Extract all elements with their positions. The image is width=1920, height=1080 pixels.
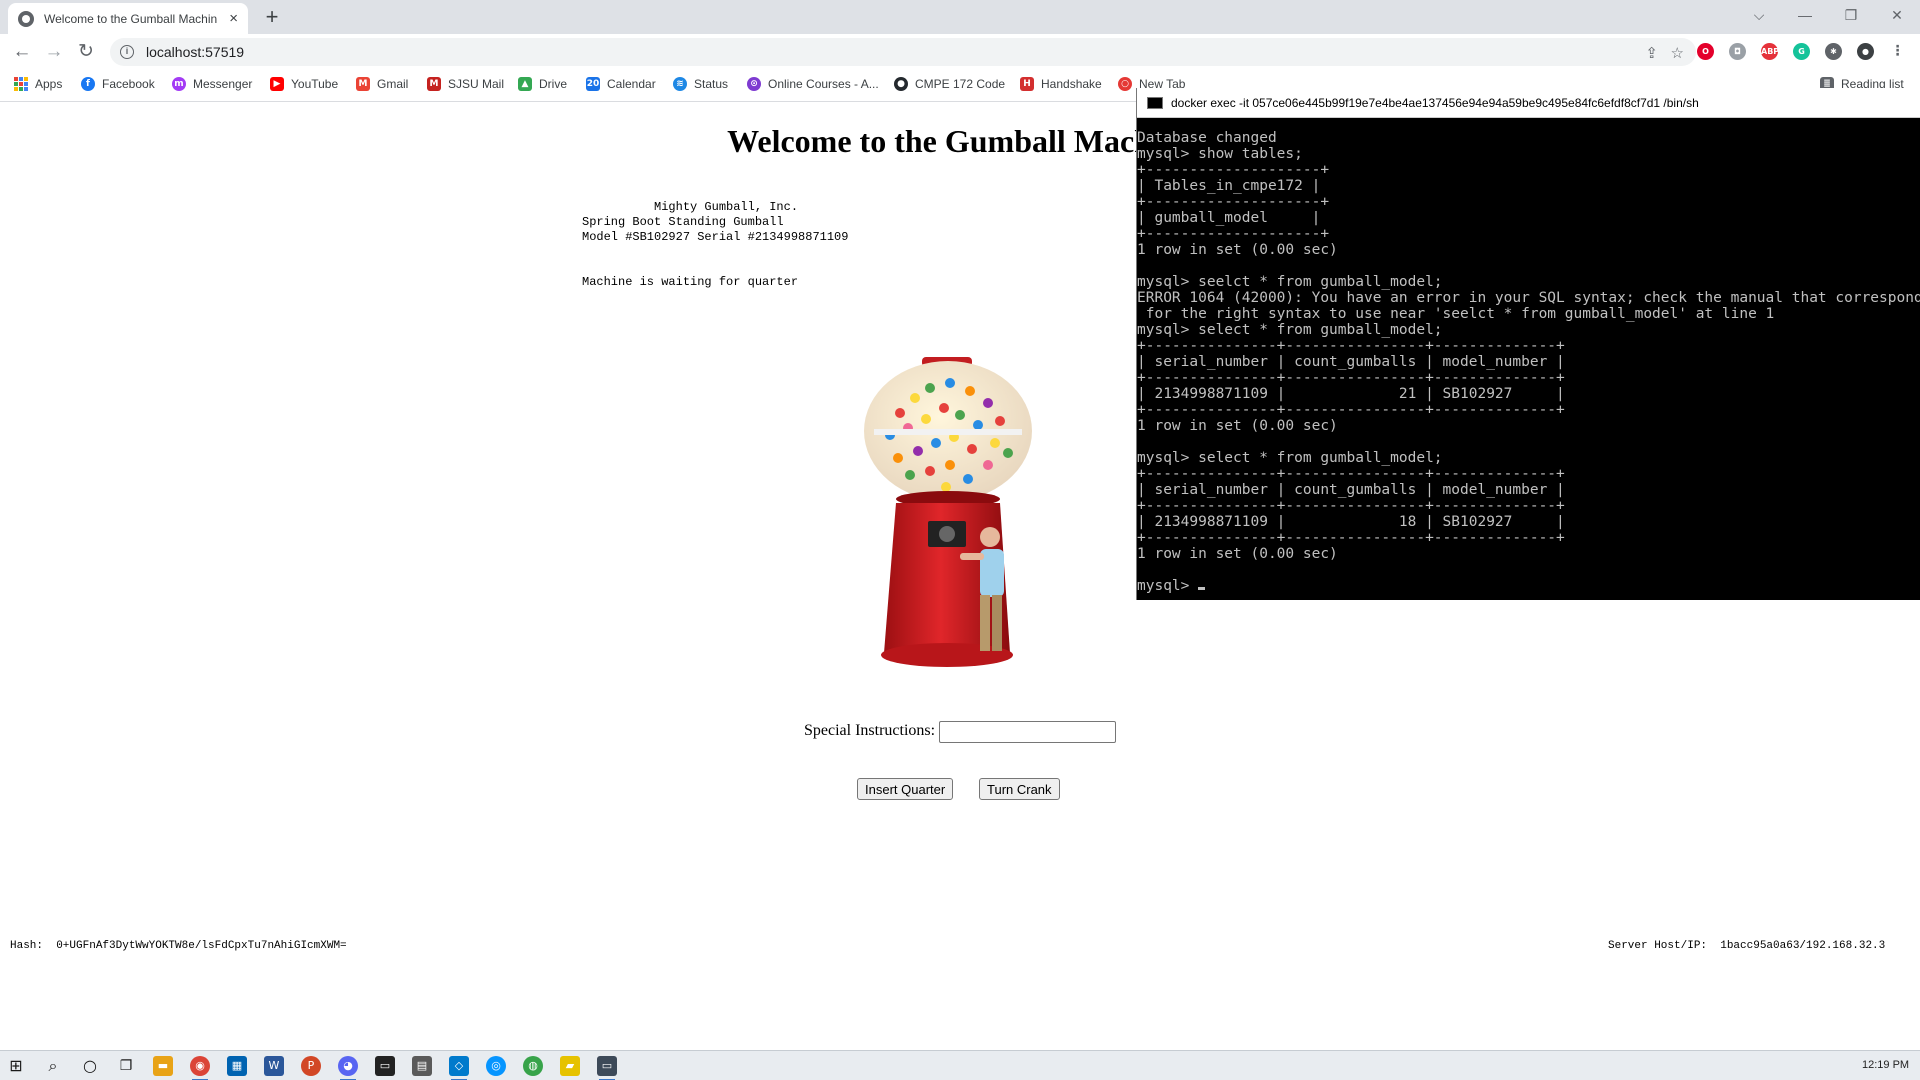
cortana-icon[interactable]: ○ xyxy=(80,1056,100,1076)
text-cursor xyxy=(1198,587,1206,590)
youtube-icon: ▶ xyxy=(270,77,284,91)
adblock-icon[interactable]: ABP xyxy=(1761,43,1779,60)
bookmark-status[interactable]: ≋ Status xyxy=(673,77,728,91)
bookmark-handshake[interactable]: H Handshake xyxy=(1020,77,1102,91)
gmail-icon: M xyxy=(356,77,370,91)
server-info-text: Server Host/IP: 1bacc95a0a63/192.168.32.… xyxy=(1608,940,1886,952)
newtab-icon: ○ xyxy=(1118,77,1132,91)
globe-icon xyxy=(18,10,34,27)
facebook-icon: f xyxy=(81,77,95,91)
special-instructions-input[interactable] xyxy=(939,721,1116,743)
bookmark-online-courses[interactable]: ⊙ Online Courses - A... xyxy=(747,77,879,91)
courses-icon: ⊙ xyxy=(747,77,761,91)
app-icon[interactable]: ◍ xyxy=(523,1056,543,1076)
terminal-prompt: mysql> xyxy=(1137,578,1199,594)
browser-toolbar: ← → ↻ i localhost:57519 ⇪ ☆ O ◘ ABP G ✱ … xyxy=(0,34,1920,70)
store-icon[interactable]: ▦ xyxy=(227,1056,247,1076)
powerpoint-icon[interactable]: P xyxy=(301,1056,321,1076)
minimize-button[interactable]: — xyxy=(1782,0,1828,30)
search-icon[interactable]: ⌕ xyxy=(43,1056,63,1076)
task-view-icon[interactable]: ❐ xyxy=(116,1056,136,1076)
taskbar: ⊞ ⌕ ○ ❐ ▬ ◉ ▦ W P ◕ ▭ ▤ ◇ ◎ ◍ ▰ ▭ 12:19 … xyxy=(0,1050,1920,1080)
address-bar[interactable]: i localhost:57519 ⇪ ☆ xyxy=(110,38,1696,66)
system-clock[interactable]: 12:19 PM xyxy=(1862,1059,1909,1071)
special-instructions-label: Special Instructions: xyxy=(804,722,936,739)
browser-tab[interactable]: Welcome to the Gumball Machin × xyxy=(8,3,248,34)
browser-tab-strip: Welcome to the Gumball Machin × + ⌵ — ❐ … xyxy=(0,0,1920,34)
turn-crank-button[interactable]: Turn Crank xyxy=(979,778,1060,800)
bookmark-sjsu-mail[interactable]: M SJSU Mail xyxy=(427,77,504,91)
start-icon[interactable]: ⊞ xyxy=(6,1056,26,1076)
bookmark-messenger[interactable]: m Messenger xyxy=(172,77,252,91)
terminal-text: Database changed mysql> show tables; +--… xyxy=(1137,130,1920,562)
sticky-notes-icon[interactable]: ▰ xyxy=(560,1056,580,1076)
messenger-icon: m xyxy=(172,77,186,91)
bookmark-gmail[interactable]: M Gmail xyxy=(356,77,408,91)
apps-grid-icon xyxy=(14,77,28,91)
handshake-icon: H xyxy=(1020,77,1034,91)
share-icon[interactable]: ⇪ xyxy=(1645,44,1658,62)
discord-icon[interactable]: ◕ xyxy=(338,1056,358,1080)
bookmark-apps[interactable]: Apps xyxy=(14,77,62,91)
calculator-icon[interactable]: ▤ xyxy=(412,1056,432,1076)
terminal-icon[interactable]: ▭ xyxy=(375,1056,395,1076)
status-icon: ≋ xyxy=(673,77,687,91)
chrome-icon[interactable]: ◉ xyxy=(190,1056,210,1080)
terminal-output[interactable]: Database changed mysql> show tables; +--… xyxy=(1137,118,1920,598)
opera-icon[interactable]: O xyxy=(1697,43,1714,60)
calendar-icon: 20 xyxy=(586,77,600,91)
drive-icon: ▲ xyxy=(518,77,532,91)
console-icon xyxy=(1147,96,1163,109)
bookmark-drive[interactable]: ▲ Drive xyxy=(518,77,567,91)
hash-text: Hash: 0+UGFnAf3DytWwYOKTW8e/lsFdCpxTu7nA… xyxy=(10,940,347,952)
menu-icon[interactable]: ⋮ xyxy=(1889,43,1906,60)
tab-search-icon[interactable]: ⌵ xyxy=(1736,0,1782,30)
close-tab-icon[interactable]: × xyxy=(229,10,238,27)
insert-quarter-button[interactable]: Insert Quarter xyxy=(857,778,954,800)
camera-icon[interactable]: ◘ xyxy=(1729,43,1746,60)
terminal-titlebar[interactable]: docker exec -it 057ce06e445b99f19e7e4be4… xyxy=(1137,88,1920,118)
messenger-app-icon[interactable]: ◎ xyxy=(486,1056,506,1076)
url-text[interactable]: localhost:57519 xyxy=(146,44,244,60)
file-explorer-icon[interactable]: ▬ xyxy=(153,1056,173,1076)
word-icon[interactable]: W xyxy=(264,1056,284,1076)
terminal-window[interactable]: docker exec -it 057ce06e445b99f19e7e4be4… xyxy=(1136,88,1920,600)
reload-button[interactable]: ↻ xyxy=(72,38,100,66)
grammarly-icon[interactable]: G xyxy=(1793,43,1810,60)
forward-button[interactable]: → xyxy=(40,38,68,66)
back-button[interactable]: ← xyxy=(8,38,36,66)
bookmark-star-icon[interactable]: ☆ xyxy=(1671,44,1684,62)
gmail-icon: M xyxy=(427,77,441,91)
bookmark-youtube[interactable]: ▶ YouTube xyxy=(270,77,338,91)
machine-info: Mighty Gumball, Inc. Spring Boot Standin… xyxy=(582,200,849,244)
machine-status: Machine is waiting for quarter xyxy=(582,275,799,289)
gumball-machine-image xyxy=(864,357,1032,667)
docker-console-icon[interactable]: ▭ xyxy=(597,1056,617,1080)
vscode-icon[interactable]: ◇ xyxy=(449,1056,469,1080)
terminal-title: docker exec -it 057ce06e445b99f19e7e4be4… xyxy=(1171,95,1699,110)
bookmark-cmpe-172-code[interactable]: ● CMPE 172 Code xyxy=(894,77,1005,91)
tab-title: Welcome to the Gumball Machin xyxy=(44,11,218,26)
profile-avatar[interactable]: ● xyxy=(1857,43,1874,60)
bookmark-calendar[interactable]: 20 Calendar xyxy=(586,77,656,91)
new-tab-button[interactable]: + xyxy=(258,4,286,32)
restore-button[interactable]: ❐ xyxy=(1828,0,1874,30)
github-icon: ● xyxy=(894,77,908,91)
close-window-button[interactable]: ✕ xyxy=(1874,0,1920,30)
site-info-icon[interactable]: i xyxy=(120,45,134,59)
puzzle-icon[interactable]: ✱ xyxy=(1825,43,1842,60)
bookmark-facebook[interactable]: f Facebook xyxy=(81,77,155,91)
